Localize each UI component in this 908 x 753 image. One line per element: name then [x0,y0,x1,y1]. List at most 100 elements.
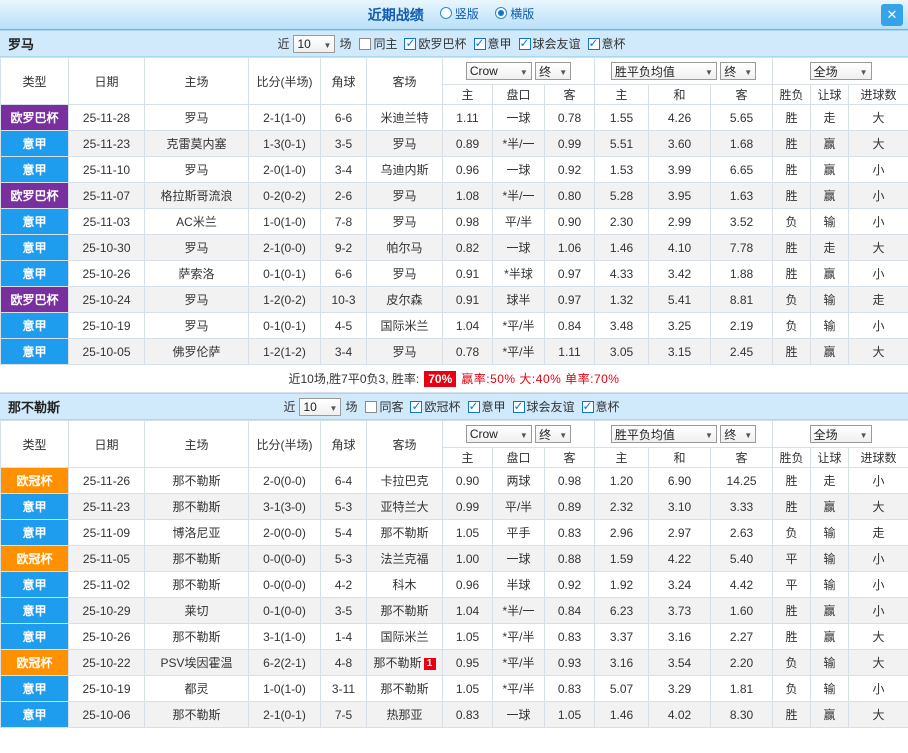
match-row[interactable]: 意甲 25-11-02 那不勒斯 0-0(0-0) 4-2 科木 0.96 半球… [0,571,908,598]
europe-away-odds: 5.65 [710,104,774,131]
match-row[interactable]: 欧冠杯 25-11-26 那不勒斯 2-0(0-0) 6-4 卡拉巴克 0.90… [0,467,908,494]
corners: 10-3 [320,286,367,313]
europe-avg-select[interactable]: 胜平负均值 [610,425,717,443]
competition-filters: 同客 欧冠杯 意甲 球会友谊 意杯 [365,398,624,415]
europe-draw-odds: 3.42 [648,260,712,287]
match-row[interactable]: 意甲 25-10-29 莱切 0-1(0-0) 3-5 那不勒斯 1.04 *半… [0,597,908,624]
match-row[interactable]: 欧罗巴杯 25-10-24 罗马 1-2(0-2) 10-3 皮尔森 0.91 … [0,286,908,313]
layout-toggle: 竖版 横版 [434,5,540,25]
match-row[interactable]: 意甲 25-10-06 那不勒斯 2-1(0-1) 7-5 热那亚 0.83 一… [0,701,908,728]
handicap-away-odds: 1.06 [543,234,596,261]
competition-checkbox[interactable]: 球会友谊 [512,398,575,415]
bookmaker-select[interactable]: Crow [465,425,532,443]
checkbox-icon [581,399,594,413]
scope-select[interactable]: 全场 [809,425,872,443]
goals-cell: 小 [848,597,908,624]
layout-radio-horizontal[interactable]: 横版 [495,5,534,22]
europe-away-odds: 3.33 [710,493,774,520]
away-team: 罗马 [366,182,443,209]
europe-home-odds: 6.23 [594,597,650,624]
europe-home-odds: 2.96 [594,519,650,546]
match-count-select[interactable]: 10 [293,34,336,53]
scope-select[interactable]: 全场 [809,62,872,80]
match-count-select[interactable]: 10 [299,397,342,416]
competition-checkbox[interactable]: 欧罗巴杯 [404,35,467,52]
away-team: 那不勒斯 [366,675,443,702]
corners: 3-4 [320,156,367,183]
match-row[interactable]: 欧罗巴杯 25-11-28 罗马 2-1(1-0) 6-6 米迪兰特 1.11 … [0,104,908,131]
match-row[interactable]: 意甲 25-11-09 博洛尼亚 2-0(0-0) 5-4 那不勒斯 1.05 … [0,519,908,546]
away-team: 科木 [366,571,443,598]
europe-home-odds: 5.07 [594,675,650,702]
europe-away-odds: 8.81 [710,286,774,313]
checkbox-icon [365,400,378,413]
competition-checkbox[interactable]: 意甲 [473,35,512,52]
match-row[interactable]: 欧冠杯 25-10-22 PSV埃因霍温 6-2(2-1) 4-8 那不勒斯 1 … [0,649,908,676]
match-row[interactable]: 意甲 25-10-26 萨索洛 0-1(0-1) 6-6 罗马 0.91 *半球… [0,260,908,287]
bookmaker-select[interactable]: Crow [465,62,532,80]
match-row[interactable]: 意甲 25-10-19 都灵 1-0(1-0) 3-11 那不勒斯 1.05 *… [0,675,908,702]
corners: 5-3 [320,493,367,520]
handicap-final-select[interactable]: 终 [535,425,572,443]
handicap-away-odds: 0.97 [543,260,596,287]
europe-final-select[interactable]: 终 [720,425,757,443]
competition-checkbox[interactable]: 球会友谊 [518,35,581,52]
europe-draw-odds: 4.10 [648,234,712,261]
col-corners: 角球 [320,420,367,468]
competition-checkbox-label: 同主 [373,37,398,51]
match-row[interactable]: 意甲 25-11-23 克雷莫内塞 1-3(0-1) 3-5 罗马 0.89 *… [0,130,908,157]
handicap-home-odds: 1.04 [442,597,493,624]
handicap-line: 球半 [492,286,545,313]
competition-checkbox[interactable]: 欧冠杯 [410,398,461,415]
competition-checkbox[interactable]: 意杯 [581,398,620,415]
layout-radio-vertical[interactable]: 竖版 [439,5,479,22]
competition-checkbox[interactable]: 意杯 [587,35,626,52]
match-row[interactable]: 意甲 25-11-03 AC米兰 1-0(1-0) 7-8 罗马 0.98 平/… [0,208,908,235]
handicap-line: *半/一 [492,130,545,157]
score: 0-1(0-1) [248,260,321,287]
score: 0-2(0-2) [248,182,321,209]
competition-checkbox[interactable]: 意甲 [467,398,506,415]
handicap-final-select[interactable]: 终 [535,62,572,80]
filter-bar: 近 10 场 同客 欧冠杯 意甲 球会友谊 意杯 [283,397,624,416]
home-team: 那不勒斯 [144,545,249,572]
match-row[interactable]: 意甲 25-10-30 罗马 2-1(0-0) 9-2 帕尔马 0.82 一球 … [0,234,908,261]
col-europe-home: 主 [594,84,650,105]
match-row[interactable]: 意甲 25-10-05 佛罗伦萨 1-2(1-2) 3-4 罗马 0.78 *平… [0,338,908,365]
competition-checkbox[interactable]: 同客 [365,398,403,415]
handicap-result-cell: 输 [810,649,850,676]
home-team: AC米兰 [144,208,249,235]
handicap-home-odds: 1.05 [442,623,493,650]
match-row[interactable]: 欧冠杯 25-11-05 那不勒斯 0-0(0-0) 5-3 法兰克福 1.00… [0,545,908,572]
competition-checkbox-label: 意甲 [481,400,506,414]
handicap-home-odds: 1.11 [442,104,493,131]
filter-bar: 近 10 场 同主 欧罗巴杯 意甲 球会友谊 意杯 [277,34,630,53]
handicap-away-odds: 0.90 [543,208,596,235]
match-row[interactable]: 意甲 25-10-19 罗马 0-1(0-1) 4-5 国际米兰 1.04 *平… [0,312,908,339]
handicap-line: 平/半 [492,493,545,520]
checkbox-icon [410,399,423,413]
goals-cell: 走 [848,519,908,546]
europe-home-odds: 2.30 [594,208,650,235]
match-row[interactable]: 欧罗巴杯 25-11-07 格拉斯哥流浪 0-2(0-2) 2-6 罗马 1.0… [0,182,908,209]
handicap-result-cell: 走 [810,234,850,261]
europe-final-select[interactable]: 终 [720,62,757,80]
match-row[interactable]: 意甲 25-10-26 那不勒斯 3-1(1-0) 1-4 国际米兰 1.05 … [0,623,908,650]
close-button[interactable]: ✕ [881,4,903,26]
result-cell: 负 [772,286,812,313]
chevron-down-icon [702,427,713,441]
europe-avg-select[interactable]: 胜平负均值 [610,62,717,80]
competition-checkbox[interactable]: 同主 [359,35,397,52]
league-badge: 意甲 [0,519,69,546]
home-team: 都灵 [144,675,249,702]
chevron-down-icon [517,64,528,78]
col-home: 主场 [144,420,249,468]
match-row[interactable]: 意甲 25-11-23 那不勒斯 3-1(3-0) 5-3 亚特兰大 0.99 … [0,493,908,520]
match-date: 25-11-02 [68,571,145,598]
competition-filters: 同主 欧罗巴杯 意甲 球会友谊 意杯 [359,35,630,52]
window-title: 近期战绩 [367,6,424,23]
match-row[interactable]: 意甲 25-11-10 罗马 2-0(1-0) 3-4 乌迪内斯 0.96 一球… [0,156,908,183]
handicap-line: *平/半 [492,649,545,676]
corners: 1-4 [320,623,367,650]
away-team: 国际米兰 [366,312,443,339]
